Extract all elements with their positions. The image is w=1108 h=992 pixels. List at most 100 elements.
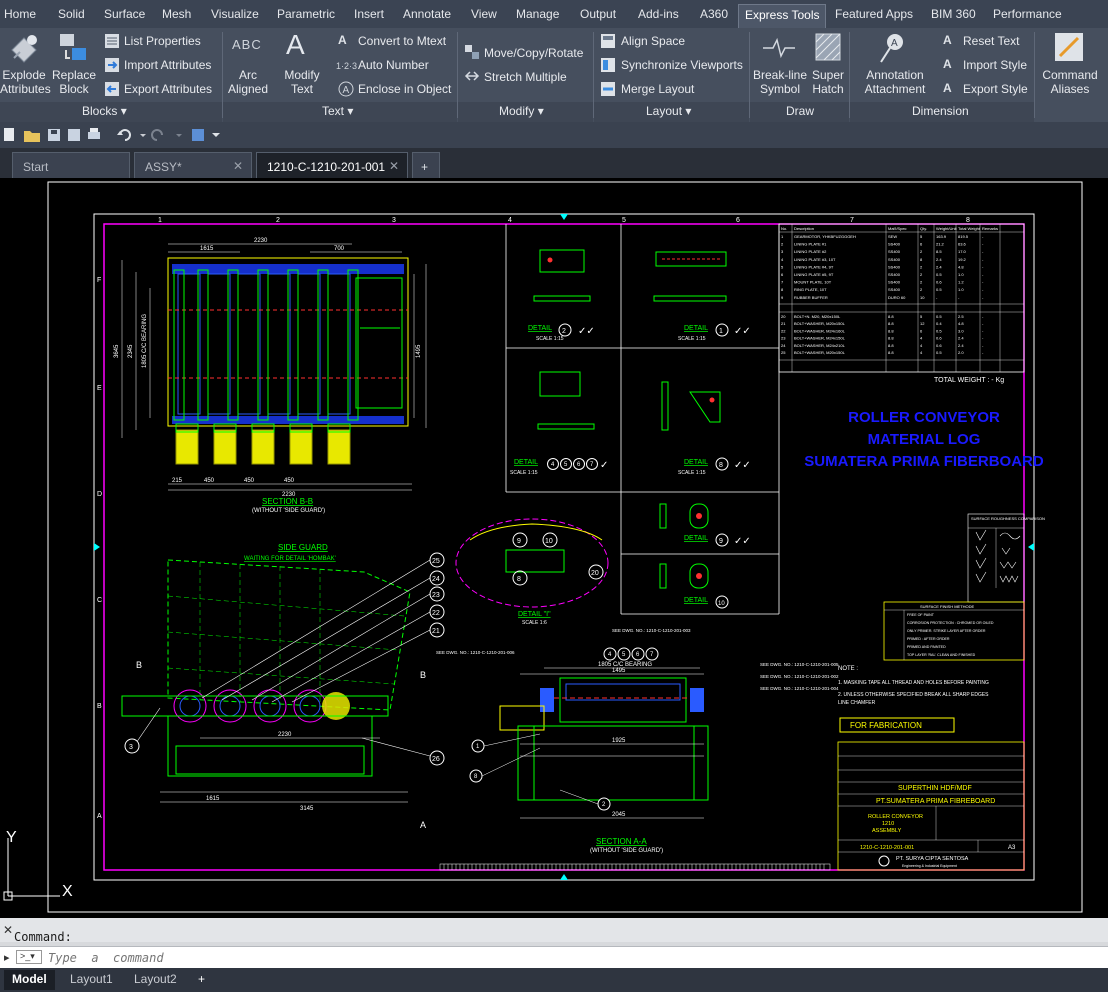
close-icon[interactable]: ✕ [233, 159, 243, 173]
layout-group-label[interactable]: Layout ▾ [646, 104, 691, 118]
save-icon[interactable] [48, 129, 60, 141]
ucs-icon [3, 838, 60, 901]
command-input[interactable] [46, 948, 1100, 968]
redo-dropdown-icon[interactable] [176, 134, 182, 137]
detail-10: DETAIL 10 [659, 563, 729, 609]
break-line-icon [763, 37, 795, 59]
customize-qat-icon[interactable] [212, 133, 220, 137]
tab-a360[interactable]: A360 [700, 7, 728, 21]
group-divider [457, 32, 458, 118]
arc-aligned-icon: ABC [232, 37, 262, 52]
svg-text:5: 5 [564, 462, 568, 468]
plus-icon: + [198, 972, 206, 986]
tab-model[interactable]: Model [4, 970, 55, 990]
dimension-group-label[interactable]: Dimension [912, 104, 969, 118]
close-icon[interactable]: ✕ [3, 923, 13, 937]
tab-surface[interactable]: Surface [104, 7, 145, 21]
tab-featured-apps[interactable]: Featured Apps [835, 7, 913, 21]
bom-cell: 12 [920, 321, 925, 326]
export-style-icon: A [943, 81, 952, 95]
plus-icon: + [421, 160, 429, 174]
bottom-scale-ruler [439, 863, 831, 871]
dim-2045-aa: 2045 [612, 812, 626, 818]
tab-drawing[interactable]: 1210-C-1210-201-001 ✕ [256, 152, 408, 178]
list-properties-icon [105, 34, 119, 48]
tab-bim-360[interactable]: BIM 360 [931, 7, 976, 21]
redo-icon[interactable] [151, 129, 163, 141]
bom-cell: LINING PLATE #4, 9T [794, 264, 834, 269]
bill-of-materials: No. Description Mat'l/Spec Qty. Weight/Unit T… [778, 223, 1025, 384]
ruler-top-4: 4 [508, 217, 512, 224]
add-layout-button[interactable]: + [190, 970, 213, 990]
tab-visualize[interactable]: Visualize [211, 7, 259, 21]
bom-cell: 2.4 [958, 336, 964, 341]
bom-header-cell: Remarks [982, 226, 998, 231]
svg-text:✓✓: ✓✓ [734, 536, 751, 547]
tab-express-tools[interactable]: Express Tools [738, 4, 827, 28]
tab-solid[interactable]: Solid [58, 7, 85, 21]
modify-text-label-1: Modify [284, 68, 320, 82]
bom-cell: 0.5 [936, 350, 942, 355]
new-tab-button[interactable]: + [412, 152, 440, 178]
enclose-label: Enclose in Object [358, 82, 452, 96]
export-attributes-label: Export Attributes [124, 82, 213, 96]
bom-cell: SS400 [888, 249, 901, 254]
bom-cell: 8.8 [888, 350, 894, 355]
see-dwg-note-left: SEE DWG. NO.: 1210-C-1210-201-006 [436, 650, 515, 655]
tab-layout2[interactable]: Layout2 [126, 970, 185, 990]
tab-mesh[interactable]: Mesh [162, 7, 191, 21]
dim-450-a: 450 [204, 478, 215, 484]
drawing-canvas[interactable]: 1 2 3 4 5 6 7 8 F E D C B A 2230 1615 70… [0, 178, 1108, 918]
super-hatch-label-2: Hatch [812, 82, 844, 96]
tab-parametric[interactable]: Parametric [277, 7, 335, 21]
section-bb-title: SECTION B-B [262, 497, 313, 506]
tab-manage[interactable]: Manage [516, 7, 559, 21]
save-as-icon[interactable] [68, 129, 80, 141]
undo-dropdown-icon[interactable] [140, 134, 146, 137]
balloon-24: 24 [432, 576, 440, 583]
section-aa-subtitle: (WITHOUT 'SIDE GUARD') [590, 848, 663, 854]
tab-layout1[interactable]: Layout1 [62, 970, 121, 990]
bom-cell: - [958, 295, 960, 300]
blocks-group-label[interactable]: Blocks ▾ [82, 104, 127, 118]
svg-text:6: 6 [577, 462, 581, 468]
wrench-icon[interactable]: ▸ [4, 951, 10, 964]
import-attributes-icon [105, 58, 119, 72]
bom-cell: LINING PLATE #5, 9T [794, 272, 834, 277]
bom-cell: 5 [920, 314, 923, 319]
tab-add-ins[interactable]: Add-ins [638, 7, 679, 21]
close-icon[interactable]: ✕ [389, 159, 399, 173]
reset-text-label: Reset Text [963, 34, 1020, 48]
tab-home[interactable]: Home [4, 7, 36, 21]
command-menu-icon[interactable]: >_▾ [16, 950, 42, 964]
print-icon[interactable] [88, 128, 100, 139]
tab-performance[interactable]: Performance [993, 7, 1062, 21]
tab-assy[interactable]: ASSY* ✕ [134, 152, 252, 178]
explode-label-1: Explode [2, 68, 46, 82]
command-input-row[interactable]: ▸ >_▾ [0, 946, 1108, 969]
document-tab-bar: Start ASSY* ✕ 1210-C-1210-201-001 ✕ + [0, 148, 1108, 178]
synchronize-viewports-label: Synchronize Viewports [621, 58, 743, 72]
svg-text:A: A [420, 820, 426, 830]
text-group-label[interactable]: Text ▾ [322, 104, 353, 118]
plot-icon[interactable] [192, 129, 204, 141]
modify-group-label[interactable]: Modify ▾ [499, 104, 544, 118]
detail-2: DETAIL 2 ✓✓ SCALE 1:15 [528, 249, 595, 342]
tab-start[interactable]: Start [12, 152, 130, 178]
dim-2230-top: 2230 [254, 238, 268, 244]
ruler-top-2: 2 [276, 217, 280, 224]
finish-item-5: PRIMED AND PAINTED [907, 645, 946, 649]
bom-cell: 4 [920, 350, 923, 355]
command-aliases-label-1: Command [1042, 68, 1098, 82]
note-3: LINE CHAMFER [838, 700, 876, 706]
new-file-icon[interactable] [4, 128, 14, 141]
draw-group-label[interactable]: Draw [786, 104, 814, 118]
open-folder-icon[interactable] [24, 131, 40, 142]
tab-insert[interactable]: Insert [354, 7, 384, 21]
tab-annotate[interactable]: Annotate [403, 7, 451, 21]
tab-output[interactable]: Output [580, 7, 616, 21]
undo-icon[interactable] [117, 129, 131, 141]
svg-text:1: 1 [719, 328, 723, 335]
tab-view[interactable]: View [471, 7, 497, 21]
side-guard-title: SIDE GUARD [278, 543, 328, 552]
